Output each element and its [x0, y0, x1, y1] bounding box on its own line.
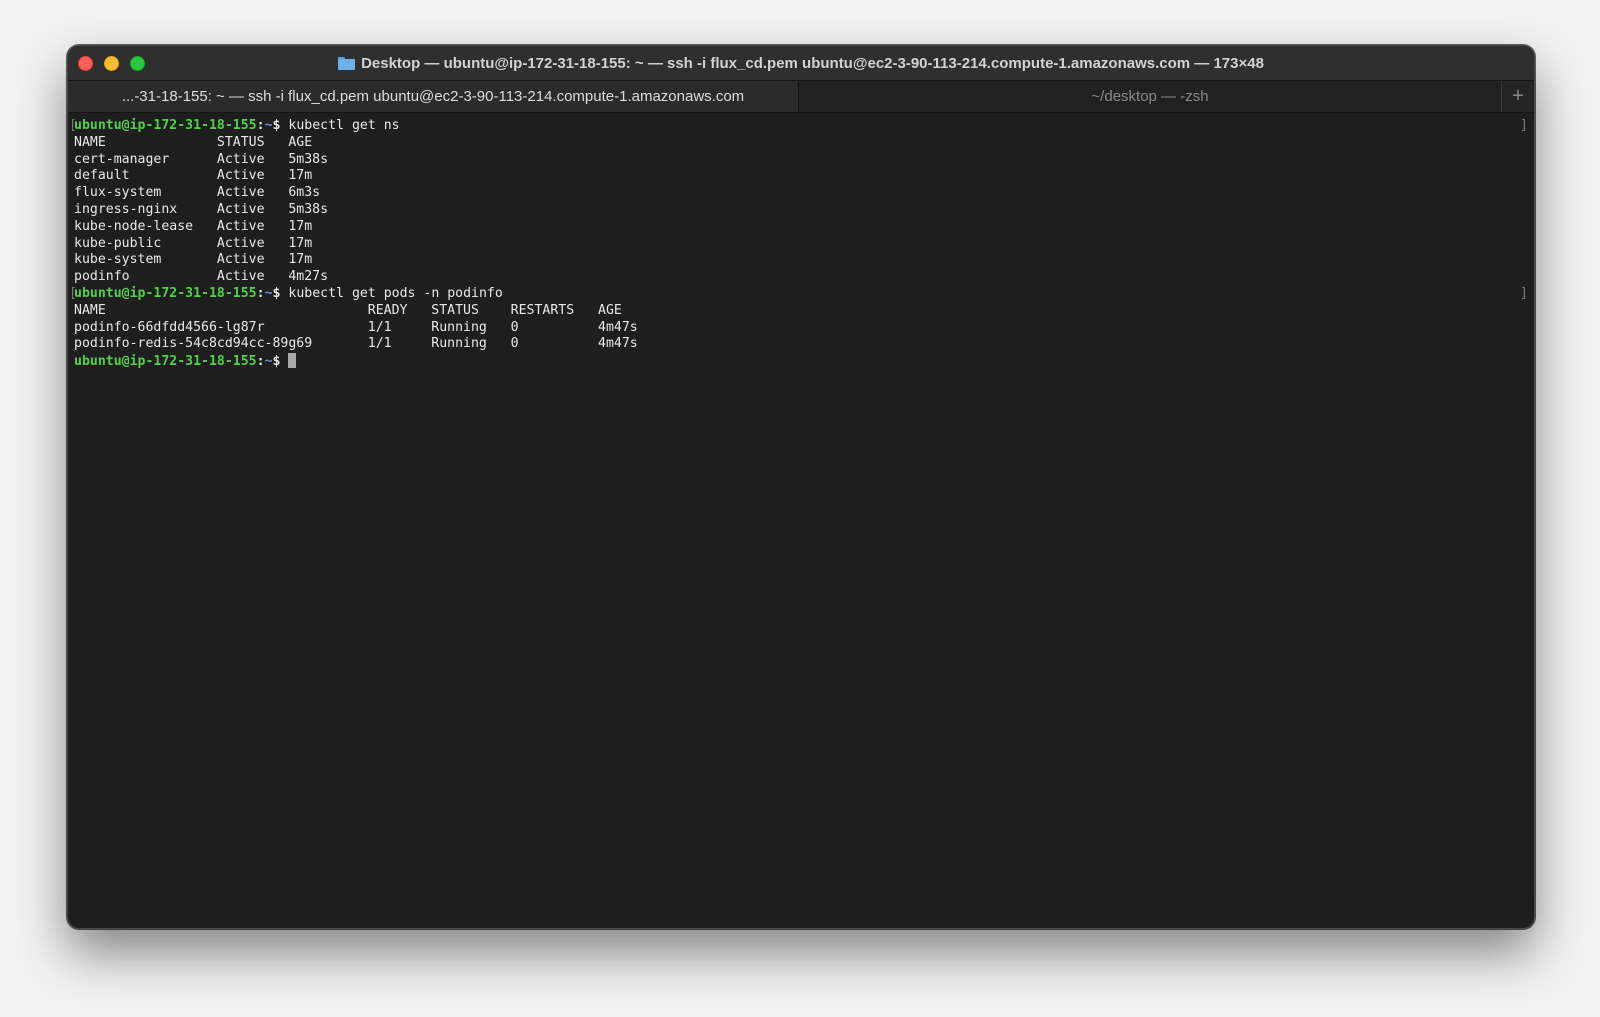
- zoom-button[interactable]: [130, 56, 145, 71]
- title-bar[interactable]: Desktop — ubuntu@ip-172-31-18-155: ~ — s…: [68, 46, 1534, 80]
- close-button[interactable]: [78, 56, 93, 71]
- prompt-path: ~: [264, 118, 273, 133]
- prompt-separator: :: [256, 354, 265, 370]
- output-line: podinfo-66dfdd4566-lg87r 1/1 Running 0 4…: [74, 319, 638, 335]
- tab-label: ~/desktop — -zsh: [1091, 88, 1209, 105]
- terminal-window: Desktop — ubuntu@ip-172-31-18-155: ~ — s…: [67, 45, 1535, 929]
- new-tab-button[interactable]: +: [1502, 81, 1534, 112]
- tab-desktop-zsh[interactable]: ~/desktop — -zsh: [799, 81, 1502, 112]
- window-title: Desktop — ubuntu@ip-172-31-18-155: ~ — s…: [338, 55, 1264, 72]
- prompt-path: ~: [264, 354, 273, 370]
- prompt-separator: :: [256, 118, 265, 133]
- text-cursor: [288, 353, 297, 369]
- tab-ssh-session[interactable]: ...-31-18-155: ~ — ssh -i flux_cd.pem ub…: [68, 81, 799, 112]
- prompt-line[interactable]: ubuntu@ip-172-31-18-155:~$: [74, 353, 1528, 370]
- terminal-output[interactable]: [ubuntu@ip-172-31-18-155:~$ kubectl get …: [69, 118, 1528, 928]
- output-line: cert-manager Active 5m38s: [74, 151, 329, 167]
- output-line: ingress-nginx Active 5m38s: [74, 201, 329, 217]
- prompt-symbol: $: [272, 118, 289, 133]
- output-line: default Active 17m: [74, 168, 313, 184]
- output-line: kube-node-lease Active 17m: [74, 218, 313, 234]
- output-line: podinfo Active 4m27s: [74, 269, 329, 285]
- tab-bar: ...-31-18-155: ~ — ssh -i flux_cd.pem ub…: [68, 80, 1534, 113]
- output-line: kube-system Active 17m: [74, 252, 313, 268]
- prompt-user-host: ubuntu@ip-172-31-18-155: [74, 285, 257, 301]
- prompt-user-host: ubuntu@ip-172-31-18-155: [74, 354, 257, 370]
- command-line: [ubuntu@ip-172-31-18-155:~$ kubectl get …: [69, 118, 1528, 135]
- prompt-symbol: $: [272, 285, 289, 301]
- mark-bracket-icon: ]: [1520, 285, 1528, 301]
- window-title-text: Desktop — ubuntu@ip-172-31-18-155: ~ — s…: [361, 54, 1264, 72]
- command-text: kubectl get ns: [288, 118, 400, 133]
- output-line: podinfo-redis-54c8cd94cc-89g69 1/1 Runni…: [74, 336, 638, 352]
- output-line: NAME READY STATUS RESTARTS AGE: [74, 302, 622, 318]
- command-line: [ubuntu@ip-172-31-18-155:~$ kubectl get …: [69, 285, 1528, 303]
- output-line: flux-system Active 6m3s: [74, 185, 321, 201]
- prompt-symbol: $: [272, 354, 289, 370]
- minimize-button[interactable]: [104, 56, 119, 71]
- prompt-path: ~: [264, 285, 273, 301]
- mark-bracket-icon: [: [69, 118, 77, 133]
- prompt-separator: :: [256, 285, 265, 301]
- folder-icon: [338, 56, 356, 70]
- output-line: NAME STATUS AGE: [74, 134, 313, 150]
- command-text: kubectl get pods -n podinfo: [288, 285, 503, 301]
- output-line: kube-public Active 17m: [74, 235, 313, 251]
- window-controls: [78, 56, 145, 71]
- mark-bracket-icon: [: [69, 285, 77, 301]
- mark-bracket-icon: ]: [1520, 118, 1528, 133]
- tab-label: ...-31-18-155: ~ — ssh -i flux_cd.pem ub…: [121, 88, 745, 105]
- prompt-user-host: ubuntu@ip-172-31-18-155: [74, 118, 257, 133]
- plus-icon: +: [1512, 85, 1524, 107]
